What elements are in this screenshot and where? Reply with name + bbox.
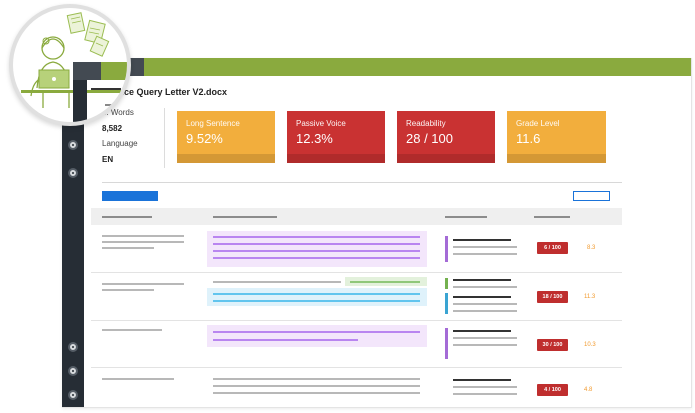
issue-title-line — [453, 279, 511, 281]
column-header-3 — [445, 216, 487, 218]
card-long-sentence[interactable]: Long Sentence 9.52% — [177, 111, 275, 163]
section-divider — [102, 182, 622, 183]
issue-marker — [445, 328, 448, 359]
issue-marker — [445, 293, 448, 314]
card-value: 28 / 100 — [406, 131, 453, 146]
words-value: 8,582 — [102, 124, 123, 133]
issue-detail-line — [453, 310, 517, 312]
issue-detail-line — [453, 303, 517, 305]
text-highlight[interactable] — [207, 288, 427, 306]
card-grade-level[interactable]: Grade Level 11.6 — [507, 111, 606, 163]
issue-title-line — [453, 296, 511, 298]
meta-divider — [164, 108, 165, 168]
column-header-1 — [102, 216, 152, 218]
top-bar — [62, 58, 691, 76]
grade-value: 10.3 — [584, 342, 596, 348]
text-line — [213, 392, 420, 394]
text-line — [213, 378, 420, 380]
score-badge: 30 / 100 — [537, 339, 568, 351]
language-value: EN — [102, 155, 114, 164]
row-label-line — [102, 289, 154, 291]
sidebar-nav-icon-3[interactable] — [68, 342, 78, 352]
row-divider — [91, 272, 622, 273]
row-label-line — [102, 329, 162, 331]
card-footer — [507, 154, 606, 163]
issue-title-line — [453, 330, 511, 332]
score-badge: 4 / 100 — [537, 384, 568, 396]
grade-value: 8.3 — [587, 245, 596, 251]
card-value: 9.52% — [186, 131, 223, 146]
row-label-line — [102, 247, 154, 249]
row-divider — [91, 320, 622, 321]
issue-title-line — [453, 239, 511, 241]
issue-marker — [445, 236, 448, 262]
card-passive-voice[interactable]: Passive Voice 12.3% — [287, 111, 385, 163]
issue-marker — [445, 278, 448, 289]
score-badge: 18 / 100 — [537, 291, 568, 303]
primary-action-button[interactable] — [102, 191, 158, 201]
card-value: 12.3% — [296, 131, 333, 146]
issue-detail-line — [453, 386, 517, 388]
row-label-line — [102, 378, 174, 380]
text-line — [213, 281, 341, 283]
card-value: 11.6 — [516, 131, 541, 146]
score-badge: 6 / 100 — [537, 242, 568, 254]
issue-title-line — [453, 379, 511, 381]
row-label-line — [102, 241, 184, 243]
magnifier-illustration — [9, 4, 131, 126]
row-label-line — [102, 235, 184, 237]
sidebar-nav-icon-1[interactable] — [68, 140, 78, 150]
sidebar-nav-icon-5[interactable] — [68, 390, 78, 400]
grade-value: 11.3 — [584, 294, 596, 300]
person-at-laptop-illustration — [21, 12, 127, 122]
sidebar-nav-icon-2[interactable] — [68, 168, 78, 178]
card-label: Long Sentence — [186, 119, 240, 128]
column-header-2 — [213, 216, 277, 218]
grade-value: 4.8 — [584, 387, 593, 393]
card-readability[interactable]: Readability 28 / 100 — [397, 111, 495, 163]
issue-detail-line — [453, 344, 517, 346]
language-label: Language — [102, 139, 138, 148]
card-label: Passive Voice — [296, 119, 346, 128]
secondary-action-button[interactable] — [573, 191, 610, 201]
column-header-4 — [534, 216, 570, 218]
issue-detail-line — [453, 246, 517, 248]
issue-detail-line — [453, 393, 517, 395]
card-footer — [287, 154, 385, 163]
text-highlight[interactable] — [207, 325, 427, 347]
row-label-line — [102, 283, 184, 285]
row-divider — [91, 367, 622, 368]
card-label: Grade Level — [516, 119, 560, 128]
card-footer — [177, 154, 275, 163]
sidebar-nav-icon-4[interactable] — [68, 366, 78, 376]
text-line — [213, 385, 420, 387]
app-screenshot: nsurance Query Letter V2.docx o. Words 8… — [0, 0, 695, 413]
issue-detail-line — [453, 286, 517, 288]
card-label: Readability — [406, 119, 446, 128]
card-footer — [397, 154, 495, 163]
issue-detail-line — [453, 253, 517, 255]
issue-detail-line — [453, 337, 517, 339]
